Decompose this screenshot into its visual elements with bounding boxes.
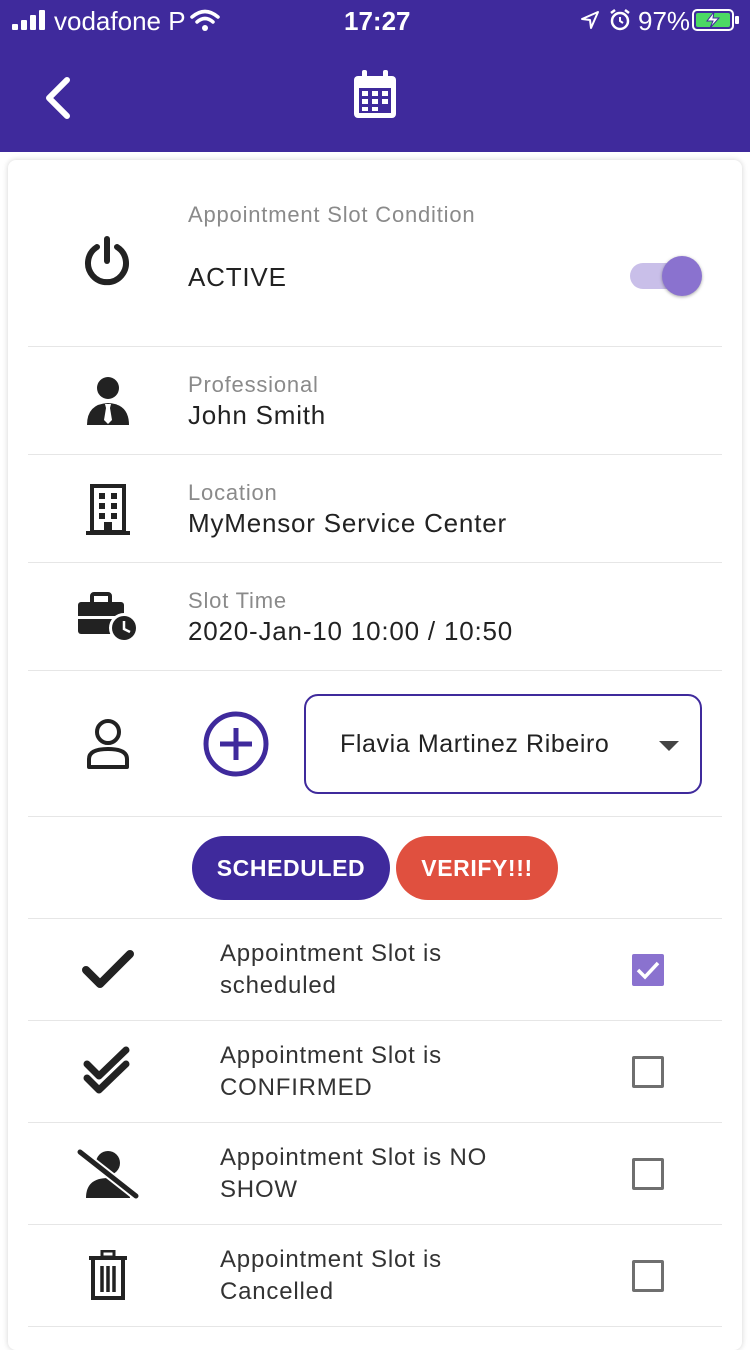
- no-show-checkbox[interactable]: [632, 1158, 664, 1190]
- divider: [28, 454, 722, 455]
- carrier-name: vodafone P: [54, 6, 186, 36]
- briefcase-clock-icon: [78, 592, 139, 643]
- power-icon: [85, 236, 129, 286]
- status-bar: vodafone P 17:27 97%: [0, 0, 750, 40]
- divider: [28, 1326, 722, 1327]
- calendar-icon[interactable]: [352, 70, 398, 120]
- condition-value: ACTIVE: [188, 262, 287, 292]
- add-circle-icon[interactable]: [202, 710, 270, 778]
- slot-time-value: 2020-Jan-10 10:00 / 10:50: [188, 616, 514, 646]
- double-check-icon: [83, 1046, 130, 1094]
- person-outline-icon: [87, 719, 129, 769]
- professional-value: John Smith: [188, 400, 327, 430]
- confirmed-checkbox[interactable]: [632, 1056, 664, 1088]
- divider: [28, 670, 722, 671]
- building-icon: [86, 484, 130, 535]
- divider: [28, 918, 722, 919]
- location-value: MyMensor Service Center: [188, 508, 507, 538]
- alarm-icon: [610, 9, 630, 31]
- status-text-confirmed: Appointment Slot is CONFIRMED: [220, 1042, 442, 1101]
- divider: [28, 816, 722, 817]
- divider: [28, 1122, 722, 1123]
- slot-time-label: Slot Time: [188, 588, 287, 613]
- wifi-icon: [190, 9, 220, 31]
- status-text-cancelled: Appointment Slot is Cancelled: [220, 1246, 442, 1305]
- scheduled-button[interactable]: SCHEDULED: [192, 836, 390, 900]
- client-select-value: Flavia Martinez Ribeiro: [340, 730, 610, 758]
- active-toggle[interactable]: [628, 256, 706, 298]
- trash-icon: [89, 1250, 127, 1300]
- divider: [28, 562, 722, 563]
- location-arrow-icon: [581, 11, 599, 29]
- clock: 17:27: [344, 6, 411, 36]
- back-chevron-icon[interactable]: [40, 76, 74, 120]
- divider: [28, 346, 722, 347]
- divider: [28, 1224, 722, 1225]
- dropdown-arrow-icon: [659, 741, 679, 751]
- professional-icon: [87, 377, 129, 425]
- battery-charging-icon: [692, 9, 739, 31]
- cancelled-checkbox[interactable]: [632, 1260, 664, 1292]
- status-text-no-show: Appointment Slot is NO SHOW: [220, 1144, 488, 1203]
- status-text-scheduled: Appointment Slot is scheduled: [220, 940, 442, 999]
- toggle-thumb: [662, 256, 702, 296]
- professional-label: Professional: [188, 372, 319, 397]
- divider: [28, 1020, 722, 1021]
- client-select[interactable]: Flavia Martinez Ribeiro: [304, 694, 702, 794]
- app-bar: [0, 40, 750, 152]
- battery-percent: 97%: [638, 6, 691, 36]
- check-icon: [82, 950, 134, 988]
- person-off-icon: [77, 1148, 139, 1200]
- verify-button[interactable]: VERIFY!!!: [396, 836, 558, 900]
- checkmark-icon: [636, 961, 660, 980]
- scheduled-checkbox[interactable]: [632, 954, 664, 986]
- location-label: Location: [188, 480, 278, 505]
- signal-icon: [12, 10, 45, 30]
- condition-label: Appointment Slot Condition: [188, 202, 476, 227]
